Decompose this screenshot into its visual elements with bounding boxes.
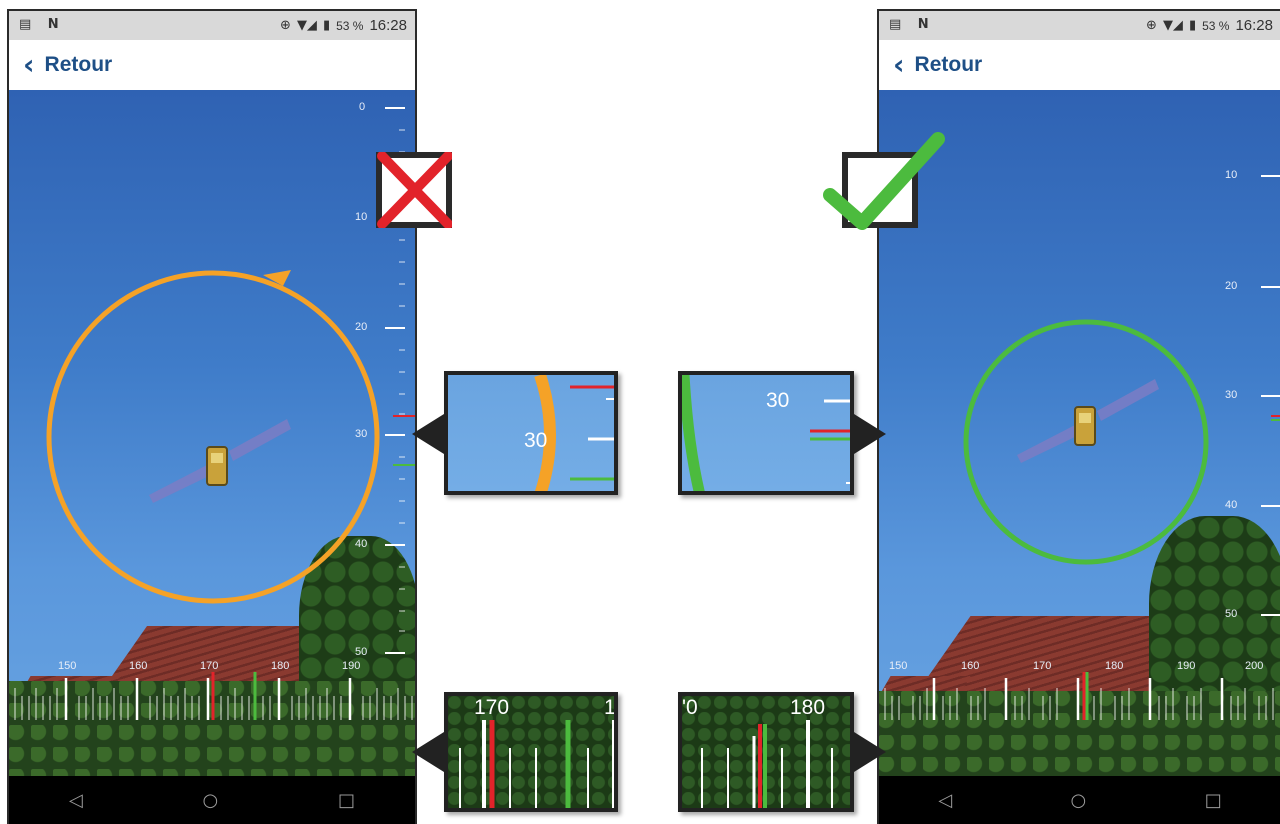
- red-cross-icon: [377, 152, 452, 228]
- battery-percent: 53 %: [1202, 18, 1230, 33]
- android-nav-bar: ◁ ○ □: [9, 776, 415, 824]
- status-bar: ▤ N ⊕ ▼◢ ▮ 53 % 16:28: [879, 11, 1280, 40]
- pointer-arrow-icon: [412, 414, 444, 454]
- satellite-icon: [149, 419, 291, 503]
- pointer-arrow-icon: [412, 732, 444, 772]
- phone-screenshot-misaligned: ▤ N ⊕ ▼◢ ▮ 53 % 16:28 ‹ Retour 0 10 20 3…: [7, 9, 417, 824]
- zoom-azimuth-label: '0: [682, 696, 698, 719]
- app-header: ‹ Retour: [879, 40, 1280, 90]
- location-icon: ⊕: [280, 18, 291, 33]
- green-check-icon: [823, 132, 945, 230]
- nav-back-icon[interactable]: ◁: [69, 790, 83, 811]
- location-icon: ⊕: [1146, 18, 1157, 33]
- zoom-right-elevation: 30: [678, 371, 854, 495]
- elevation-label: 30: [1225, 389, 1238, 401]
- zoom-left-elevation: 30: [444, 371, 618, 495]
- elevation-label: 50: [355, 646, 368, 658]
- notification-icons: ▤ N: [19, 17, 65, 32]
- elevation-label: 0: [359, 101, 366, 113]
- cross-mark-box: [376, 152, 452, 228]
- azimuth-label: 170: [200, 660, 219, 672]
- elevation-label: 20: [1225, 280, 1238, 292]
- app-header: ‹ Retour: [9, 40, 415, 90]
- zoom-left-azimuth: 170 1: [444, 692, 618, 812]
- clock: 16:28: [369, 17, 407, 34]
- camera-view: 0 10 20 30 40 50 150 160 170 180 190: [9, 90, 415, 776]
- battery-icon: ▮: [1188, 18, 1197, 33]
- azimuth-scale: 150 160 170 180 190: [9, 658, 415, 728]
- battery-icon: ▮: [322, 18, 331, 33]
- zoom-elevation-label: 30: [766, 389, 790, 412]
- azimuth-label: 190: [1177, 660, 1196, 672]
- pointer-arrow-icon: [854, 732, 886, 772]
- azimuth-label: 170: [1033, 660, 1052, 672]
- back-button[interactable]: Retour: [45, 53, 113, 77]
- elevation-label: 40: [1225, 499, 1238, 511]
- nav-recent-icon[interactable]: □: [338, 790, 355, 811]
- back-button[interactable]: Retour: [915, 53, 983, 77]
- elevation-label: 10: [355, 211, 368, 223]
- nav-home-icon[interactable]: ○: [203, 790, 219, 811]
- nav-back-icon[interactable]: ◁: [938, 790, 952, 811]
- zoom-azimuth-label: 180: [790, 696, 826, 719]
- wifi-signal-icon: ▼◢: [296, 18, 317, 33]
- azimuth-scale: 150 160 170 180 190 200: [879, 658, 1280, 728]
- azimuth-label: 180: [1105, 660, 1124, 672]
- zoom-right-azimuth: '0 180: [678, 692, 854, 812]
- azimuth-label: 190: [342, 660, 361, 672]
- azimuth-label: 180: [271, 660, 290, 672]
- back-chevron-icon[interactable]: ‹: [23, 51, 35, 79]
- satellite-icon: [1017, 379, 1159, 463]
- zoom-azimuth-label: 170: [474, 696, 510, 719]
- check-mark-box: [823, 132, 945, 230]
- status-bar: ▤ N ⊕ ▼◢ ▮ 53 % 16:28: [9, 11, 415, 40]
- nav-home-icon[interactable]: ○: [1071, 790, 1087, 811]
- azimuth-label: 160: [129, 660, 148, 672]
- nav-recent-icon[interactable]: □: [1205, 790, 1222, 811]
- android-nav-bar: ◁ ○ □: [879, 776, 1280, 824]
- elevation-label: 10: [1225, 169, 1238, 181]
- azimuth-label: 150: [58, 660, 77, 672]
- back-chevron-icon[interactable]: ‹: [893, 51, 905, 79]
- notification-icons: ▤ N: [889, 17, 935, 32]
- zoom-elevation-label: 30: [524, 429, 548, 452]
- wifi-signal-icon: ▼◢: [1162, 18, 1183, 33]
- azimuth-label: 160: [961, 660, 980, 672]
- pointer-arrow-icon: [854, 414, 886, 454]
- azimuth-label: 200: [1245, 660, 1264, 672]
- battery-percent: 53 %: [336, 18, 364, 33]
- clock: 16:28: [1235, 17, 1273, 34]
- zoom-azimuth-label: 1: [604, 696, 616, 719]
- azimuth-label: 150: [889, 660, 908, 672]
- elevation-label: 50: [1225, 608, 1238, 620]
